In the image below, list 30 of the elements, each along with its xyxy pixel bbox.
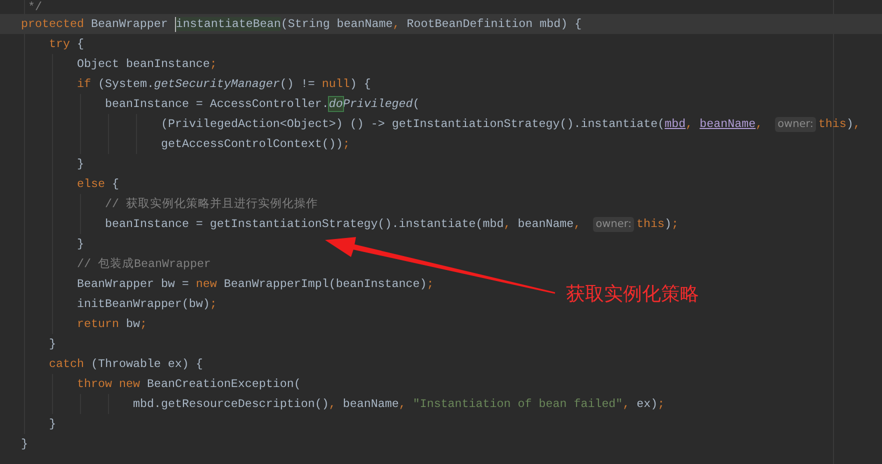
code-text: this); bbox=[636, 216, 678, 233]
code-text: return bw; bbox=[77, 316, 147, 333]
code-text: // 包装成BeanWrapper bbox=[77, 256, 211, 273]
code-text: protected BeanWrapper bbox=[21, 16, 169, 33]
code-text: } bbox=[77, 156, 84, 173]
code-text: throw new BeanCreationException( bbox=[77, 376, 301, 393]
code-text: */ bbox=[28, 0, 42, 14]
code-text: beanInstance = AccessController.doPrivileged( bbox=[105, 96, 420, 113]
code-text: (PrivilegedAction<Object>) () -> getInstantiationStrategy().instantiate(mbd, beanName, bbox=[161, 116, 763, 133]
code-text: } bbox=[49, 336, 56, 353]
code-text: mbd.getResourceDescription(), beanName, "Instantiation of bean failed", ex); bbox=[133, 396, 665, 413]
code-text: instantiateBean(String beanName, RootBeanDefinition mbd) { bbox=[176, 16, 582, 33]
code-text: getAccessControlContext()); bbox=[161, 136, 350, 153]
code-text: } bbox=[77, 236, 84, 253]
code-text: catch (Throwable ex) { bbox=[49, 356, 203, 373]
code-text: try { bbox=[49, 36, 84, 53]
code-text: // 获取实例化策略并且进行实例化操作 bbox=[105, 196, 318, 213]
code-text: initBeanWrapper(bw); bbox=[77, 296, 217, 313]
code-text: beanInstance = getInstantiationStrategy().instantiate(mbd, beanName, bbox=[105, 216, 581, 233]
inlay-hint: owner: bbox=[774, 116, 816, 132]
code-text: else { bbox=[77, 176, 119, 193]
code-text: } bbox=[21, 436, 28, 453]
code-text: if (System.getSecurityManager() != null) { bbox=[77, 76, 371, 93]
code-text: } bbox=[49, 416, 56, 433]
inlay-hint: owner: bbox=[592, 216, 634, 232]
annotation-label: 获取实例化策略 bbox=[566, 282, 699, 307]
code-text: this), bbox=[818, 116, 860, 133]
text-cursor bbox=[174, 16, 176, 32]
code-text: BeanWrapper bw = new BeanWrapperImpl(beanInstance); bbox=[77, 276, 434, 293]
code-text: Object beanInstance; bbox=[77, 56, 217, 73]
